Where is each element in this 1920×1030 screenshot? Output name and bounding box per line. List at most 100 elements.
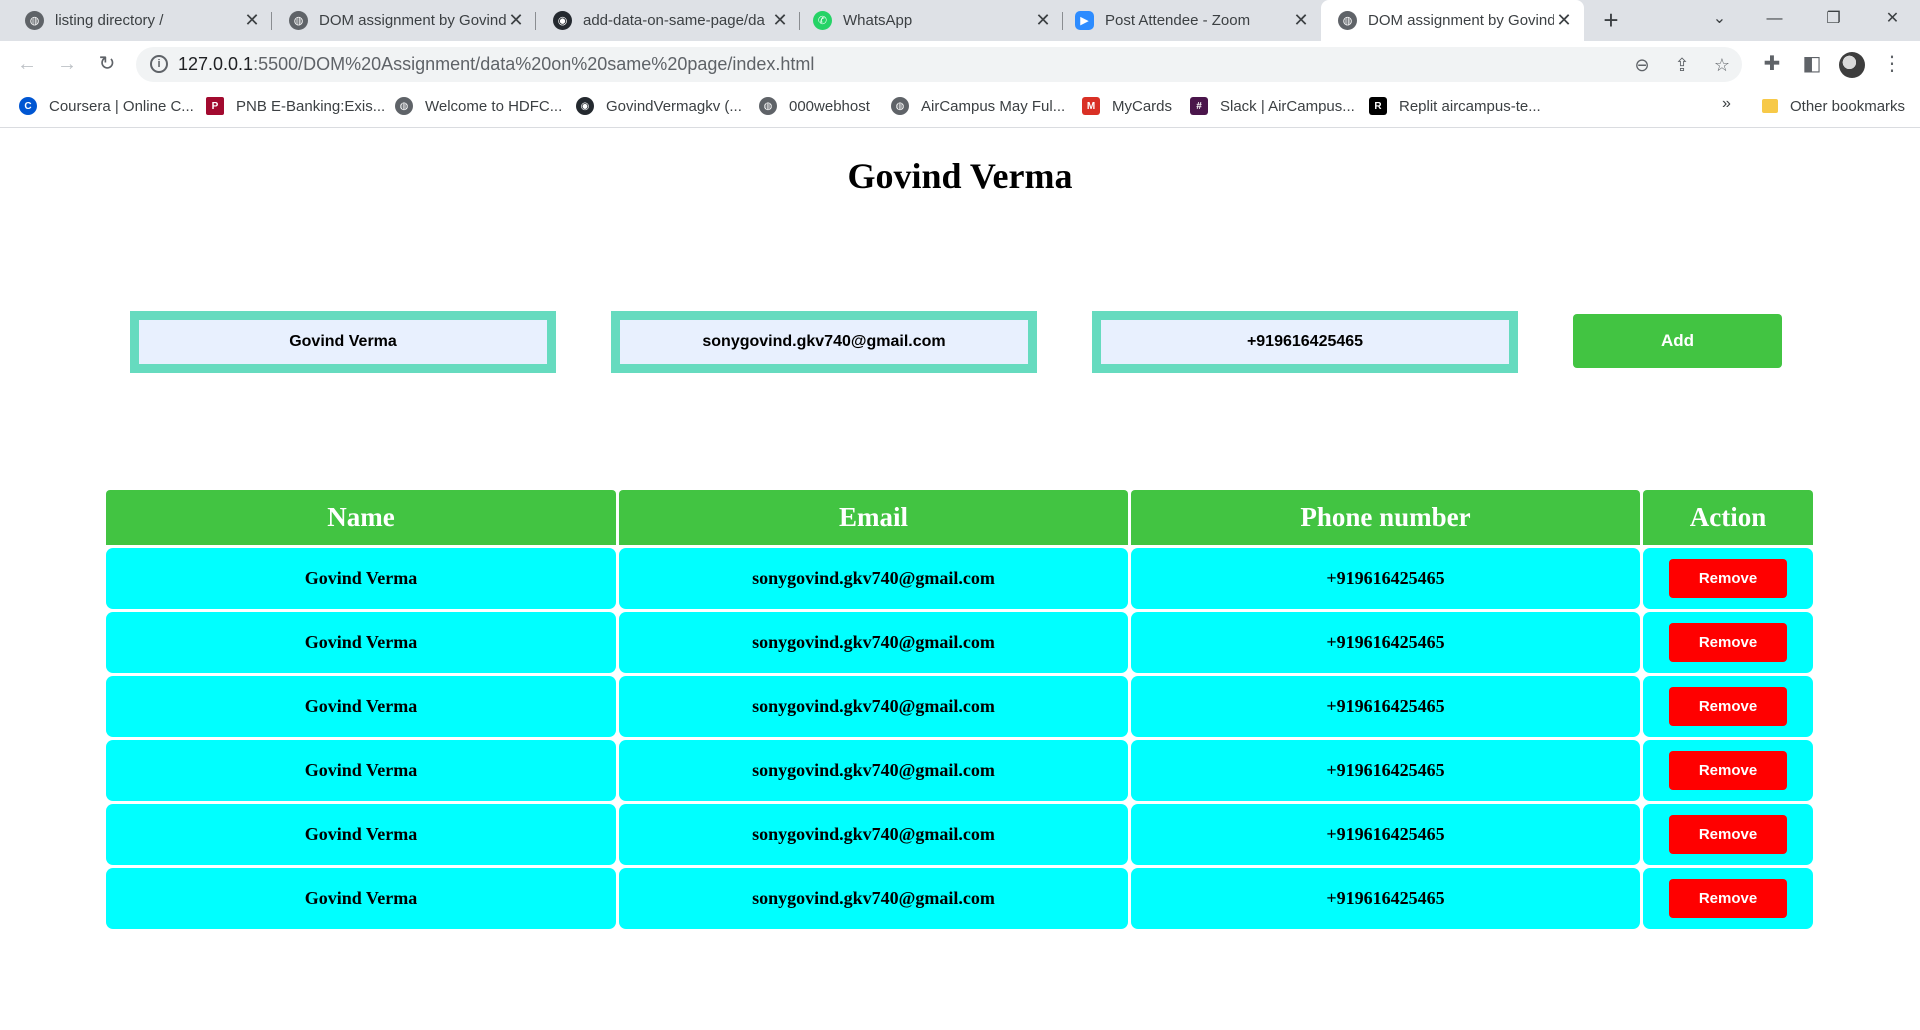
bookmark-pnb[interactable]: P PNB E-Banking:Exis... [206,88,385,124]
close-window-button[interactable]: ✕ [1865,0,1920,41]
minimize-button[interactable]: — [1747,0,1802,41]
globe-icon: ◍ [891,97,909,115]
bookmark-mycards[interactable]: M MyCards [1082,88,1172,124]
whatsapp-icon: ✆ [813,11,832,30]
bookmark-coursera[interactable]: C Coursera | Online C... [19,88,194,124]
bookmark-label: Slack | AirCampus... [1220,97,1355,115]
cell-action: Remove [1643,868,1813,929]
table-row: Govind Verma sonygovind.gkv740@gmail.com… [106,676,1814,737]
info-icon[interactable]: i [150,55,168,73]
add-button[interactable]: Add [1573,314,1782,368]
cell-phone: +919616425465 [1131,612,1640,673]
phone-input[interactable] [1101,320,1509,364]
close-icon[interactable]: ✕ [1554,10,1574,31]
remove-button[interactable]: Remove [1669,815,1787,854]
close-icon[interactable]: ✕ [242,10,262,31]
phone-field-wrapper [1092,311,1518,373]
remove-button[interactable]: Remove [1669,751,1787,790]
cell-name: Govind Verma [106,548,616,609]
table-row: Govind Verma sonygovind.gkv740@gmail.com… [106,740,1814,801]
bookmark-github[interactable]: ◉ GovindVermagkv (... [576,88,742,124]
other-bookmarks[interactable]: Other bookmarks [1762,88,1905,124]
cell-email: sonygovind.gkv740@gmail.com [619,612,1128,673]
tab-whatsapp[interactable]: ✆ WhatsApp ✕ [800,0,1063,41]
pnb-icon: P [206,97,224,115]
remove-button[interactable]: Remove [1669,559,1787,598]
menu-icon[interactable]: ⋮ [1879,51,1905,77]
new-tab-button[interactable]: + [1596,5,1626,35]
share-icon[interactable]: ⇪ [1671,54,1693,76]
bookmark-000webhost[interactable]: ◍ 000webhost [759,88,870,124]
header-action: Action [1643,490,1813,545]
remove-button[interactable]: Remove [1669,879,1787,918]
name-field-wrapper [130,311,556,373]
close-icon[interactable]: ✕ [506,10,526,31]
cell-phone: +919616425465 [1131,740,1640,801]
reload-button[interactable]: ↻ [92,49,122,79]
side-panel-icon[interactable]: ◧ [1799,51,1825,77]
cell-email: sonygovind.gkv740@gmail.com [619,548,1128,609]
browser-toolbar: ← → ↻ i 127.0.0.1:5500/DOM%20Assignment/… [0,41,1920,88]
close-icon[interactable]: ✕ [1291,10,1311,31]
zoom-out-icon[interactable]: ⊖ [1631,54,1653,76]
email-field-wrapper [611,311,1037,373]
tab-search-icon[interactable]: ⌄ [1692,0,1747,41]
cell-name: Govind Verma [106,740,616,801]
bookmark-replit[interactable]: R Replit aircampus-te... [1369,88,1541,124]
table-row: Govind Verma sonygovind.gkv740@gmail.com… [106,804,1814,865]
tab-zoom[interactable]: ▶ Post Attendee - Zoom ✕ [1063,0,1321,41]
remove-button[interactable]: Remove [1669,687,1787,726]
tab-title: WhatsApp [843,12,913,29]
github-icon: ◉ [553,11,572,30]
tab-title: Post Attendee - Zoom [1105,12,1251,29]
table-row: Govind Verma sonygovind.gkv740@gmail.com… [106,612,1814,673]
bookmark-star-icon[interactable]: ☆ [1711,54,1733,76]
extensions-icon[interactable]: ✚ [1759,51,1785,77]
remove-button[interactable]: Remove [1669,623,1787,662]
globe-icon: ◍ [395,97,413,115]
name-input[interactable] [139,320,547,364]
table-row: Govind Verma sonygovind.gkv740@gmail.com… [106,548,1814,609]
globe-icon: ◍ [1338,11,1357,30]
replit-icon: R [1369,97,1387,115]
bookmark-hdfc[interactable]: ◍ Welcome to HDFC... [395,88,562,124]
github-icon: ◉ [576,97,594,115]
tab-dom-assignment[interactable]: ◍ DOM assignment by Govind ✕ [272,0,536,41]
url-text[interactable]: 127.0.0.1:5500/DOM%20Assignment/data%20o… [178,54,814,75]
address-bar[interactable]: i 127.0.0.1:5500/DOM%20Assignment/data%2… [136,47,1742,82]
cell-name: Govind Verma [106,612,616,673]
tab-dom-assignment-active[interactable]: ◍ DOM assignment by Govind ✕ [1321,0,1584,41]
table-row: Govind Verma sonygovind.gkv740@gmail.com… [106,868,1814,929]
bookmark-label: Coursera | Online C... [49,97,194,115]
tab-github[interactable]: ◉ add-data-on-same-page/da ✕ [536,0,800,41]
table-header-row: Name Email Phone number Action [106,490,1814,545]
contacts-table: Name Email Phone number Action Govind Ve… [106,490,1814,932]
coursera-icon: C [19,97,37,115]
cell-phone: +919616425465 [1131,868,1640,929]
cell-phone: +919616425465 [1131,804,1640,865]
header-phone: Phone number [1131,490,1640,545]
folder-icon [1762,99,1778,113]
restore-button[interactable]: ❐ [1806,0,1861,41]
bookmark-label: Replit aircampus-te... [1399,97,1541,115]
header-email: Email [619,490,1128,545]
tab-title: listing directory / [55,12,164,29]
forward-button[interactable]: → [52,49,82,79]
cell-phone: +919616425465 [1131,548,1640,609]
mycards-icon: M [1082,97,1100,115]
email-input[interactable] [620,320,1028,364]
url-path: :5500/DOM%20Assignment/data%20on%20same%… [253,54,815,74]
page-content: Govind Verma Add Name Email Phone number… [0,129,1920,1030]
bookmark-slack[interactable]: # Slack | AirCampus... [1190,88,1355,124]
more-bookmarks-icon[interactable]: » [1722,95,1731,113]
tab-title: DOM assignment by Govind [1368,12,1554,29]
tab-listing-directory[interactable]: ◍ listing directory / ✕ [0,0,272,41]
bookmark-aircampus[interactable]: ◍ AirCampus May Ful... [891,88,1065,124]
close-icon[interactable]: ✕ [770,10,790,31]
bookmark-label: PNB E-Banking:Exis... [236,97,386,115]
back-button[interactable]: ← [12,49,42,79]
avatar[interactable] [1839,52,1865,78]
close-icon[interactable]: ✕ [1033,10,1053,31]
cell-email: sonygovind.gkv740@gmail.com [619,740,1128,801]
globe-icon: ◍ [25,11,44,30]
